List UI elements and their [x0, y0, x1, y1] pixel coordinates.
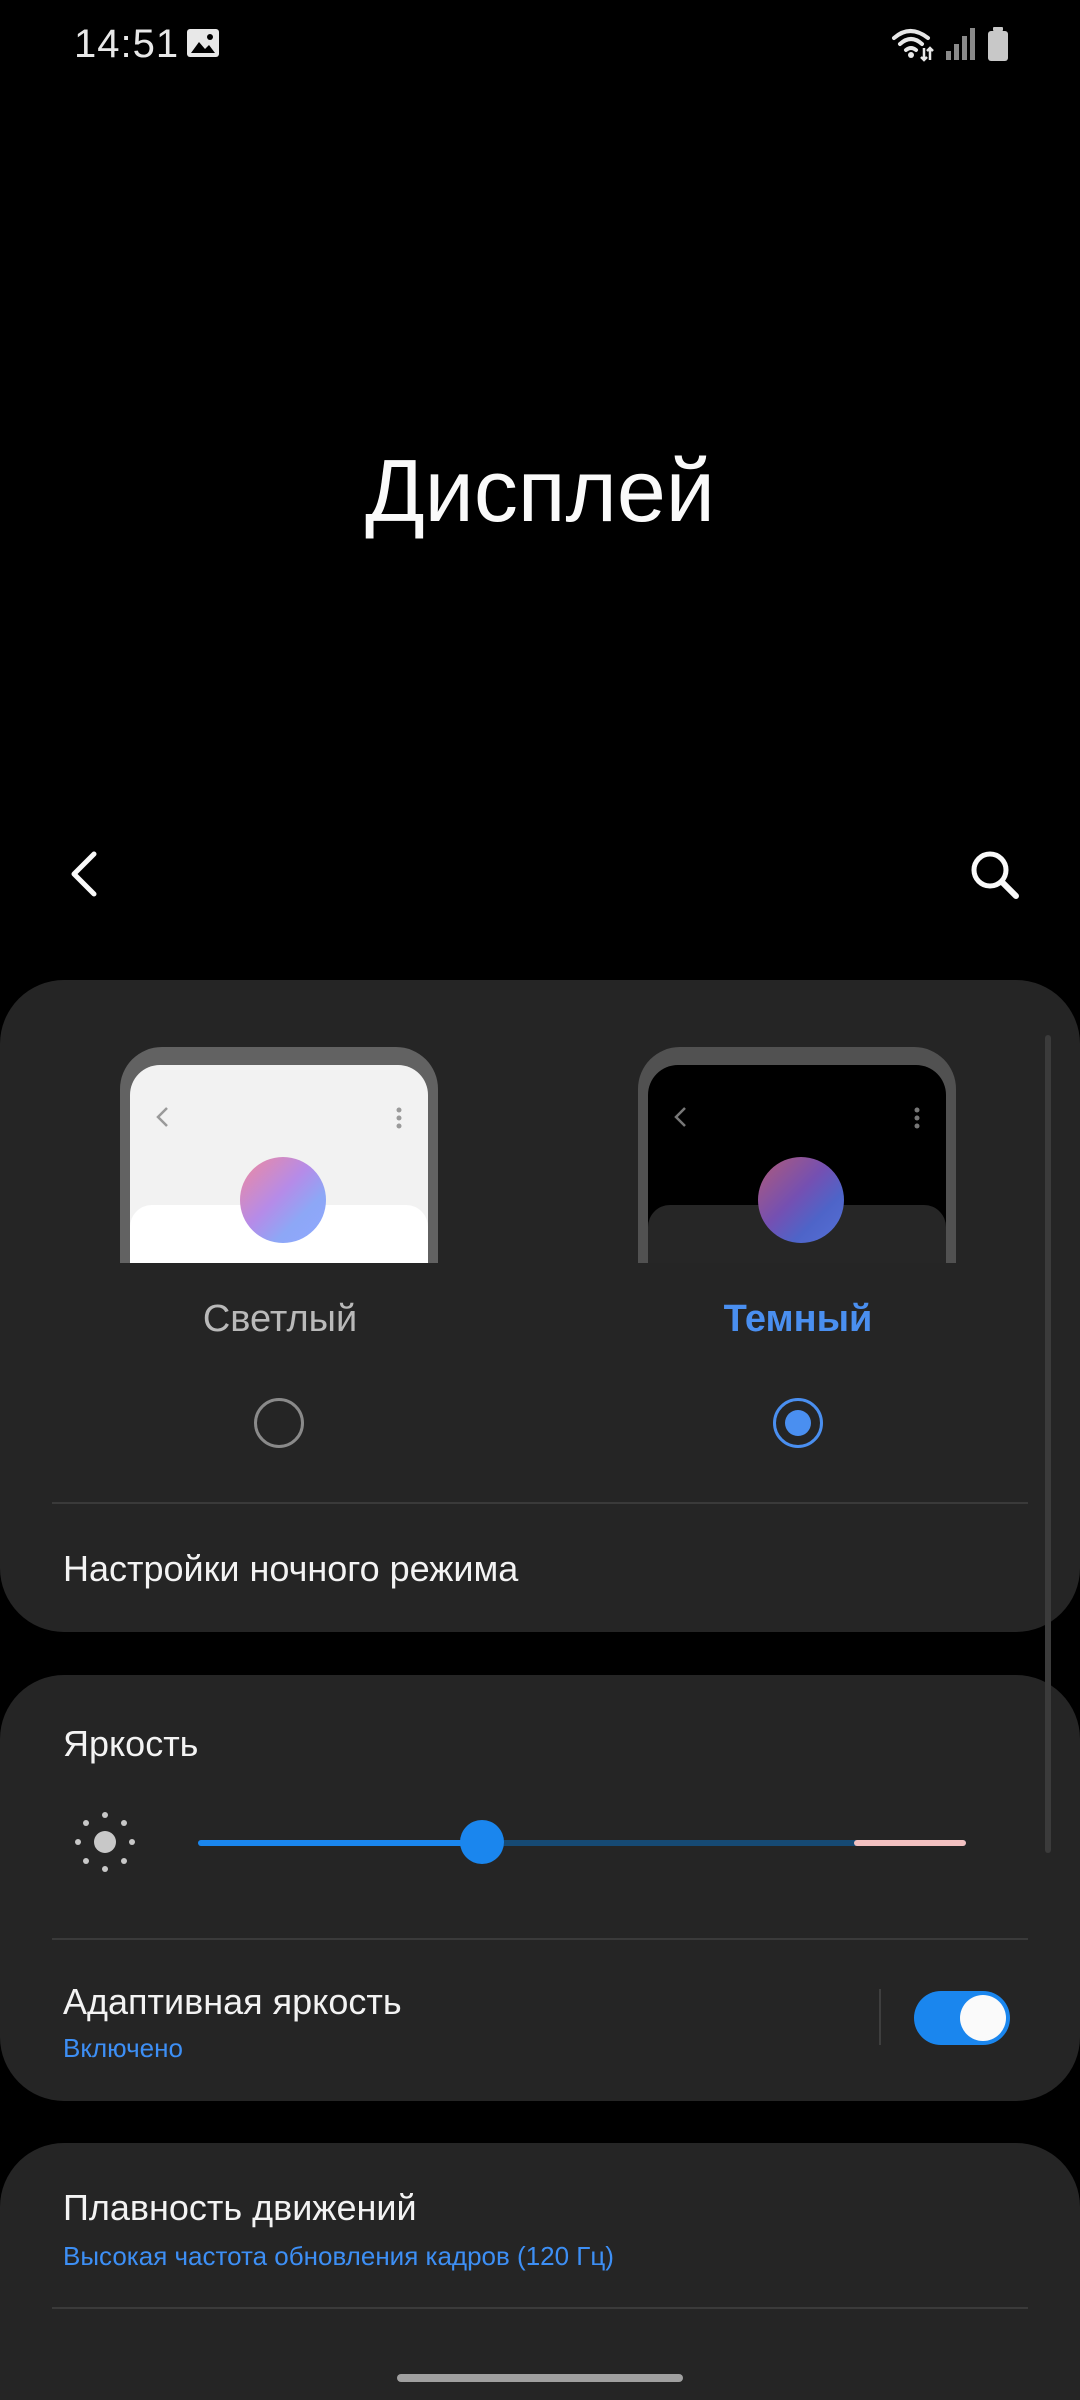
adaptive-brightness-title[interactable]: Адаптивная яркость [63, 1981, 402, 2023]
dark-theme-preview[interactable] [638, 1047, 956, 1263]
preview-back-icon [674, 1107, 686, 1127]
slider-thumb[interactable] [460, 1820, 504, 1864]
slider-high-zone [854, 1840, 966, 1846]
motion-smoothness-title[interactable]: Плавность движений [63, 2187, 417, 2229]
toggle-separator [879, 1989, 881, 2045]
preview-more-icon [396, 1107, 402, 1129]
light-preview-screen [130, 1065, 428, 1263]
status-time: 14:51 [74, 22, 180, 66]
preview-back-icon [156, 1107, 168, 1127]
adaptive-brightness-status: Включено [63, 2033, 183, 2063]
night-mode-settings[interactable]: Настройки ночного режима [63, 1548, 518, 1590]
divider [52, 1502, 1028, 1504]
light-theme-label[interactable]: Светлый [80, 1298, 480, 1341]
divider [52, 2307, 1028, 2309]
brightness-slider[interactable] [198, 1820, 966, 1864]
motion-smoothness-subtitle: Высокая частота обновления кадров (120 Г… [63, 2241, 614, 2271]
light-preview-circle [240, 1157, 326, 1243]
divider [52, 1938, 1028, 1940]
adaptive-brightness-toggle[interactable] [914, 1991, 1010, 2045]
dark-preview-screen [648, 1065, 946, 1263]
search-icon[interactable] [966, 846, 1022, 902]
scrollbar[interactable] [1045, 1035, 1051, 1853]
toggle-knob [960, 1995, 1006, 2041]
page-title: Дисплей [365, 441, 715, 540]
wifi-icon [892, 29, 934, 62]
battery-icon [988, 27, 1008, 61]
brightness-card: Яркость Адаптивная яркость Включено [0, 1675, 1080, 2101]
light-theme-preview[interactable] [120, 1047, 438, 1263]
gallery-icon [187, 29, 219, 57]
chevron-left-icon[interactable] [58, 846, 114, 902]
theme-card: Светлый Темный Настройки ночного режима [0, 980, 1080, 1632]
radio-selected-dot [785, 1410, 811, 1436]
dark-preview-circle [758, 1157, 844, 1243]
signal-icon [946, 28, 975, 60]
dark-theme-label[interactable]: Темный [598, 1298, 998, 1341]
motion-smoothness-card: Плавность движений Высокая частота обнов… [0, 2143, 1080, 2400]
dark-theme-radio[interactable] [773, 1398, 823, 1448]
home-gesture-bar[interactable] [397, 2374, 683, 2382]
status-icons [890, 26, 1010, 62]
preview-more-icon [914, 1107, 920, 1129]
brightness-sun-icon [75, 1812, 135, 1872]
light-theme-radio[interactable] [254, 1398, 304, 1448]
brightness-title: Яркость [63, 1723, 199, 1764]
slider-fill [198, 1840, 482, 1846]
status-bar: 14:51 [0, 0, 1080, 90]
display-settings-screen: 14:51 Дисплей Светлый Темный Настройки н… [0, 0, 1080, 2400]
